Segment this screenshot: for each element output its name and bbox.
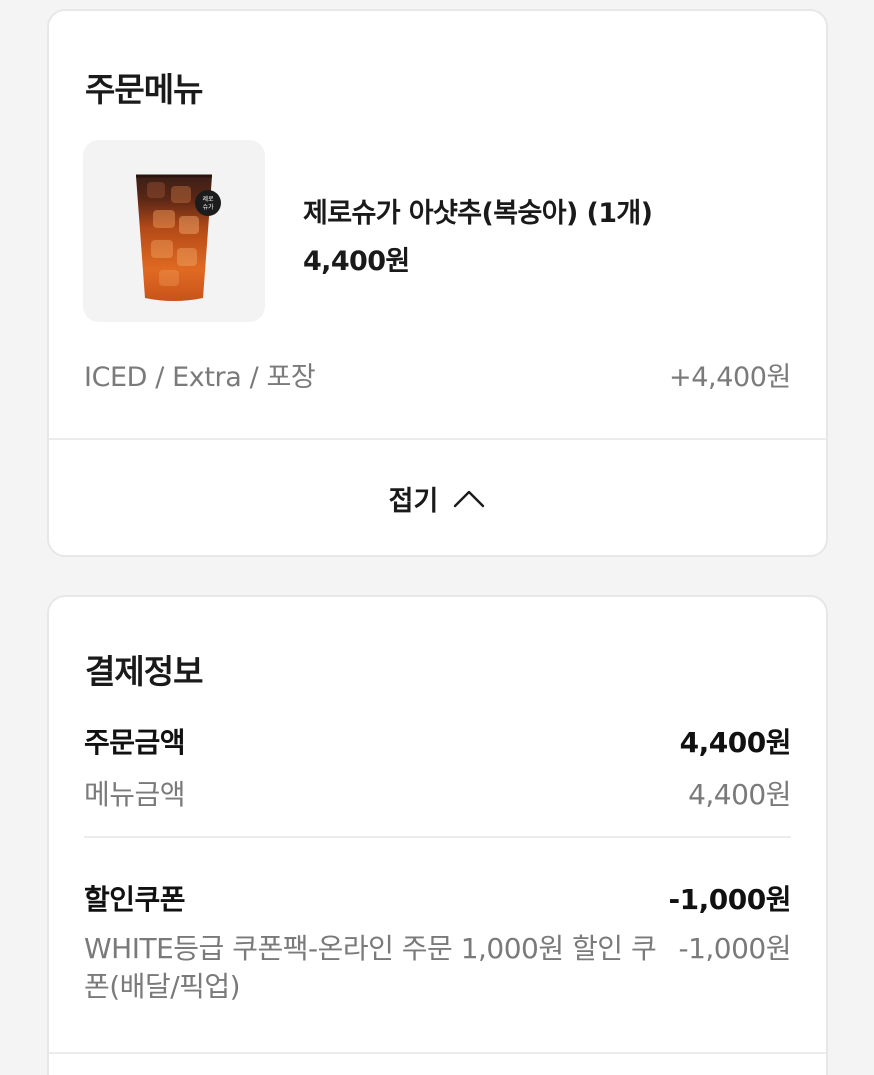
item-name: 제로슈가 아샷추(복숭아) (1개) xyxy=(303,198,653,229)
coupon-value: -1,000원 xyxy=(668,883,792,916)
coupon-row: 할인쿠폰 -1,000원 xyxy=(84,878,792,918)
item-options-price: +4,400원 xyxy=(669,362,791,393)
product-image: 제로 슈가 xyxy=(83,140,265,322)
divider xyxy=(49,1052,826,1054)
order-amount-value: 4,400원 xyxy=(679,726,792,759)
iced-drink-cup-image: 제로 슈가 xyxy=(136,174,221,301)
payment-info-title: 결제정보 xyxy=(85,652,203,691)
menu-amount-row: 메뉴금액 4,400원 xyxy=(84,773,791,813)
order-amount-row: 주문금액 4,400원 xyxy=(84,721,792,761)
menu-amount-label: 메뉴금액 xyxy=(84,778,186,811)
chevron-up-icon xyxy=(454,490,485,507)
collapse-button[interactable]: 접기 xyxy=(49,440,826,557)
item-price: 4,400원 xyxy=(303,246,410,277)
item-options: ICED / Extra / 포장 xyxy=(84,362,316,393)
coupon-detail-row: WHITE등급 쿠폰팩-온라인 주문 1,000원 할인 쿠폰(배달/픽업) -… xyxy=(84,930,791,1006)
order-menu-card: 주문메뉴 제로 슈가 제로슈가 아샷추(복숭아) (1개) 4,400원 ICE… xyxy=(47,9,828,557)
svg-text:슈가: 슈가 xyxy=(202,203,214,211)
coupon-label: 할인쿠폰 xyxy=(84,883,186,916)
order-menu-title: 주문메뉴 xyxy=(85,70,203,109)
coupon-detail-label: WHITE등급 쿠폰팩-온라인 주문 1,000원 할인 쿠폰(배달/픽업) xyxy=(84,932,657,1003)
payment-info-card: 결제정보 주문금액 4,400원 메뉴금액 4,400원 할인쿠폰 -1,000… xyxy=(47,595,828,1075)
svg-text:제로: 제로 xyxy=(202,195,214,203)
divider xyxy=(84,836,791,838)
order-amount-label: 주문금액 xyxy=(84,726,186,759)
collapse-label: 접기 xyxy=(388,486,439,517)
coupon-detail-value: -1,000원 xyxy=(678,932,791,965)
menu-amount-value: 4,400원 xyxy=(688,778,791,811)
